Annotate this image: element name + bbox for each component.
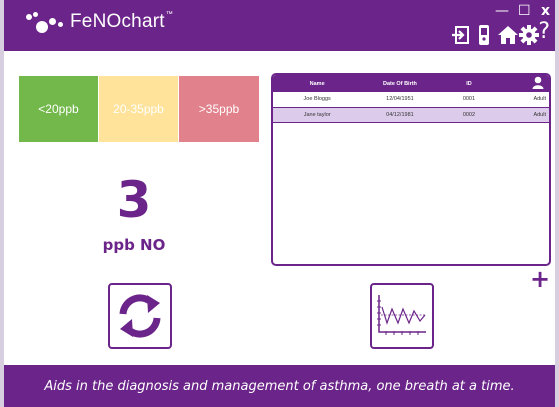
chart-icon xyxy=(377,295,426,335)
reading-value: 3 xyxy=(116,171,152,229)
cell-type: Adult xyxy=(499,107,549,123)
user-icon xyxy=(532,76,544,89)
new-test-button[interactable] xyxy=(108,283,172,349)
column-header-id[interactable]: ID xyxy=(438,75,500,92)
refresh-icon xyxy=(119,294,161,338)
cell-type: Adult xyxy=(499,92,549,108)
table-row-selected[interactable]: Jane taylor 04/12/1981 0002 Adult xyxy=(273,107,549,123)
home-icon[interactable] xyxy=(497,24,519,46)
logout-icon[interactable] xyxy=(450,24,472,46)
close-button[interactable]: x xyxy=(541,3,550,19)
brand-trademark: ™ xyxy=(165,11,173,18)
device-icon[interactable] xyxy=(476,24,492,46)
reading-unit: ppb NO xyxy=(102,236,166,254)
app-logo-text: FeNOchart™ xyxy=(70,11,173,33)
app-window: FeNOchart™ — ☐ x ? <20ppb 20-35ppb >35pp… xyxy=(4,0,555,407)
brand-name: FeNOchart xyxy=(70,11,165,32)
column-header-dob[interactable]: Date Of Birth xyxy=(361,75,439,92)
add-patient-button[interactable]: + xyxy=(530,267,550,291)
range-mid-box[interactable]: 20-35ppb xyxy=(99,76,178,142)
patient-table-panel: Name Date Of Birth ID Joe Bloggs 12/04/1… xyxy=(271,73,551,266)
cell-id: 0002 xyxy=(438,107,500,123)
range-low-box[interactable]: <20ppb xyxy=(19,76,98,142)
range-high-box[interactable]: >35ppb xyxy=(179,76,259,142)
footer-bar: Aids in the diagnosis and management of … xyxy=(4,365,555,407)
cell-dob: 04/12/1981 xyxy=(361,107,439,123)
patient-table: Name Date Of Birth ID Joe Bloggs 12/04/1… xyxy=(273,75,549,123)
settings-icon[interactable] xyxy=(518,24,540,46)
view-chart-button[interactable] xyxy=(370,283,434,349)
help-icon[interactable]: ? xyxy=(538,20,550,44)
cell-name: Jane taylor xyxy=(273,107,362,123)
table-row[interactable]: Joe Bloggs 12/04/1951 0001 Adult xyxy=(273,92,549,108)
range-high-label: >35ppb xyxy=(198,102,240,116)
table-header-row: Name Date Of Birth ID xyxy=(273,75,549,92)
range-mid-label: 20-35ppb xyxy=(113,102,164,116)
cell-id: 0001 xyxy=(438,92,500,108)
maximize-button[interactable]: ☐ xyxy=(518,3,531,19)
column-header-name[interactable]: Name xyxy=(273,75,362,92)
column-header-type xyxy=(499,75,549,92)
logo-icon xyxy=(24,12,64,40)
minimize-button[interactable]: — xyxy=(495,3,509,19)
cell-name: Joe Bloggs xyxy=(273,92,362,108)
range-low-label: <20ppb xyxy=(38,102,79,116)
header-bar: FeNOchart™ — ☐ x ? xyxy=(4,0,555,51)
footer-tagline: Aids in the diagnosis and management of … xyxy=(44,378,515,394)
cell-dob: 12/04/1951 xyxy=(361,92,439,108)
